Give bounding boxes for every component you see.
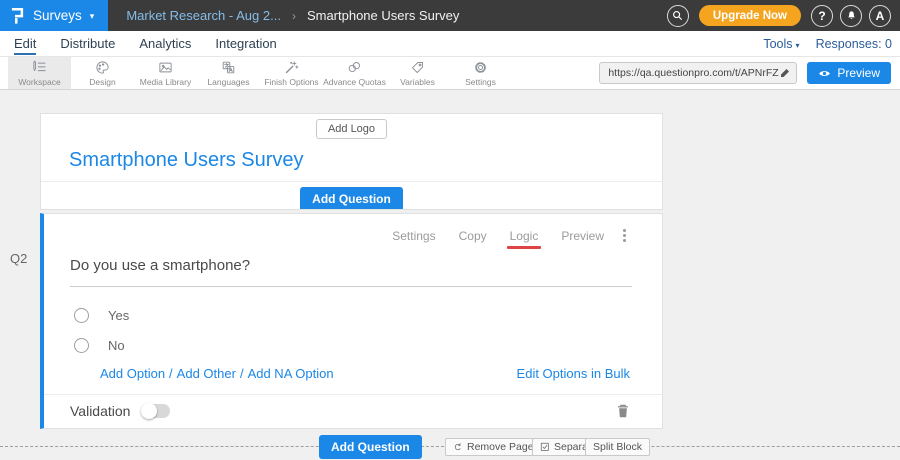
add-option-link[interactable]: Add Option bbox=[100, 366, 165, 381]
chevron-down-icon: ▾ bbox=[90, 11, 95, 22]
question-text[interactable]: Do you use a smartphone? bbox=[70, 257, 632, 287]
tab-distribute[interactable]: Distribute bbox=[60, 32, 115, 55]
tools-menu[interactable]: Tools▾ bbox=[763, 37, 799, 51]
toolbar-item-media-library[interactable]: Media Library bbox=[134, 57, 197, 89]
toolbar-item-workspace[interactable]: Workspace bbox=[8, 57, 71, 89]
top-header: Surveys ▾ Market Research - Aug 2... › S… bbox=[0, 0, 900, 31]
add-question-button-top[interactable]: Add Question bbox=[300, 187, 403, 210]
survey-url-input[interactable] bbox=[608, 67, 779, 79]
add-other-link[interactable]: Add Other bbox=[177, 366, 236, 381]
toolbar-item-finish-options[interactable]: Finish Options bbox=[260, 57, 323, 89]
breadcrumb-parent[interactable]: Market Research - Aug 2... bbox=[126, 8, 281, 23]
link-separator: / bbox=[169, 366, 173, 381]
refresh-icon bbox=[453, 442, 463, 452]
edit-options-in-bulk-link[interactable]: Edit Options in Bulk bbox=[517, 366, 630, 381]
split-block-button[interactable]: Split Block bbox=[585, 438, 650, 456]
toolbar-item-settings[interactable]: Settings bbox=[449, 57, 512, 89]
toolbar-item-advance-quotas[interactable]: Advance Quotas bbox=[323, 57, 386, 89]
breadcrumb-separator: › bbox=[292, 9, 296, 23]
question-tab-copy[interactable]: Copy bbox=[459, 229, 487, 243]
tab-edit[interactable]: Edit bbox=[14, 32, 36, 55]
tab-analytics[interactable]: Analytics bbox=[139, 32, 191, 55]
tab-integration[interactable]: Integration bbox=[215, 32, 276, 55]
breadcrumb: Market Research - Aug 2... › Smartphone … bbox=[126, 8, 459, 23]
surveys-menu[interactable]: Surveys ▾ bbox=[0, 0, 108, 31]
answer-option-row: No bbox=[74, 338, 662, 353]
palette-icon bbox=[95, 60, 110, 75]
chain-links-icon bbox=[347, 60, 362, 75]
survey-url-box bbox=[599, 62, 797, 84]
help-button[interactable]: ? bbox=[811, 5, 833, 27]
survey-subnav: Edit Distribute Analytics Integration To… bbox=[0, 31, 900, 57]
option-label-no[interactable]: No bbox=[108, 338, 125, 353]
question-tab-settings[interactable]: Settings bbox=[392, 229, 435, 243]
toolbar-item-variables[interactable]: Variables bbox=[386, 57, 449, 89]
chevron-down-icon: ▾ bbox=[796, 41, 800, 50]
checkbox-checked-icon bbox=[540, 442, 550, 452]
toggle-knob bbox=[141, 403, 157, 419]
translate-icon bbox=[221, 60, 236, 75]
edit-toolbar: Workspace Design Media Library Languages… bbox=[0, 57, 900, 90]
validation-toggle[interactable] bbox=[142, 404, 170, 418]
upgrade-button[interactable]: Upgrade Now bbox=[699, 5, 801, 26]
question-number: Q2 bbox=[10, 251, 27, 266]
add-question-button-bottom[interactable]: Add Question bbox=[319, 435, 422, 459]
magic-wand-icon bbox=[284, 60, 299, 75]
product-label: Surveys bbox=[33, 8, 82, 23]
question-tabs: Settings Copy Logic Preview bbox=[44, 214, 662, 244]
page-break-row: Add Question Remove Page Break Separator… bbox=[0, 434, 900, 460]
search-button[interactable] bbox=[667, 5, 689, 27]
question-card: Settings Copy Logic Preview Do you use a… bbox=[40, 213, 663, 429]
validation-label: Validation bbox=[70, 403, 130, 419]
image-icon bbox=[158, 60, 173, 75]
survey-title[interactable]: Smartphone Users Survey bbox=[69, 149, 662, 172]
tag-icon bbox=[410, 60, 425, 75]
link-separator: / bbox=[240, 366, 244, 381]
delete-question-trash-icon[interactable] bbox=[616, 403, 630, 419]
radio-option-no[interactable] bbox=[74, 338, 89, 353]
questionpro-logo-icon bbox=[10, 7, 25, 24]
add-na-option-link[interactable]: Add NA Option bbox=[248, 366, 334, 381]
subnav-right: Tools▾ Responses: 0 bbox=[763, 37, 892, 51]
add-logo-button[interactable]: Add Logo bbox=[316, 119, 387, 139]
edit-url-pencil-icon[interactable] bbox=[779, 67, 791, 79]
survey-header-card: Add Logo Smartphone Users Survey Add Que… bbox=[40, 113, 663, 210]
workspace-icon bbox=[32, 60, 47, 75]
radio-option-yes[interactable] bbox=[74, 308, 89, 323]
breadcrumb-current: Smartphone Users Survey bbox=[307, 8, 459, 23]
option-label-yes[interactable]: Yes bbox=[108, 308, 129, 323]
gear-icon bbox=[473, 60, 488, 75]
validation-row: Validation bbox=[70, 395, 630, 419]
toolbar-item-design[interactable]: Design bbox=[71, 57, 134, 89]
bell-icon bbox=[846, 10, 857, 21]
option-links-row: Add Option / Add Other / Add NA Option E… bbox=[100, 366, 630, 381]
toolbar-item-languages[interactable]: Languages bbox=[197, 57, 260, 89]
question-tab-preview[interactable]: Preview bbox=[561, 229, 604, 243]
answer-option-row: Yes bbox=[74, 308, 662, 323]
avatar[interactable]: A bbox=[869, 5, 891, 27]
responses-count[interactable]: Responses: 0 bbox=[816, 37, 892, 51]
preview-button[interactable]: Preview bbox=[807, 62, 891, 84]
toolbar-right: Preview bbox=[599, 57, 900, 89]
notifications-button[interactable] bbox=[840, 5, 862, 27]
search-icon bbox=[672, 10, 683, 21]
question-more-menu-icon[interactable] bbox=[621, 227, 628, 244]
topbar-actions: Upgrade Now ? A bbox=[667, 5, 900, 27]
eye-icon bbox=[818, 69, 831, 78]
question-tab-logic[interactable]: Logic bbox=[510, 229, 539, 243]
